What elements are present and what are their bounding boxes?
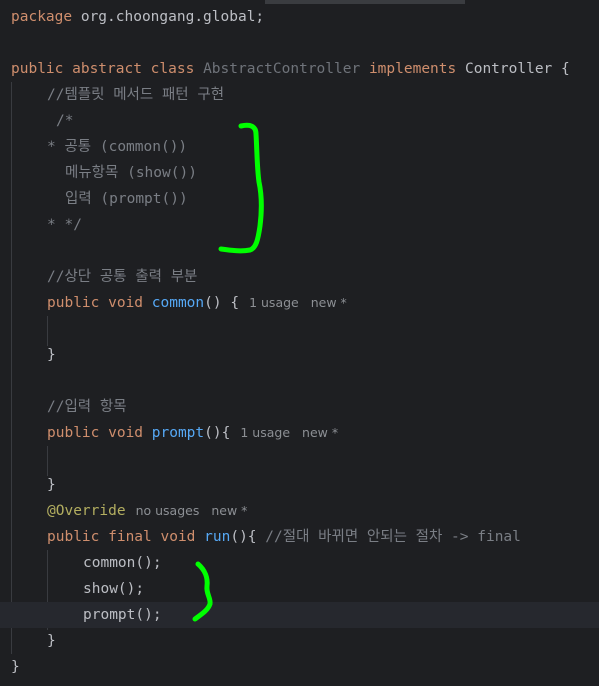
code-line-class-declaration[interactable]: public abstract class AbstractController… (11, 56, 570, 82)
code-line-prompt-method[interactable]: public void prompt(){1 usage new * (47, 420, 338, 446)
usage-hint[interactable]: 1 usage (240, 425, 290, 440)
code-comment-header: //상단 공통 출력 부분 (47, 269, 198, 285)
code-comment-common: * 공통 (common()) (47, 139, 188, 155)
code-comment-input: //입력 항목 (47, 399, 127, 415)
usage-hint[interactable]: no usages (136, 503, 200, 518)
code-line-call-common[interactable]: common(); (83, 550, 162, 576)
code-line-run-method[interactable]: public final void run(){ //절대 바뀌면 안되는 절차… (47, 524, 521, 550)
author-hint[interactable]: new * (302, 425, 338, 440)
code-comment-prompt: 입력 (prompt()) (65, 191, 188, 207)
code-comment-show: 메뉴항목 (show()) (65, 165, 197, 181)
author-hint[interactable]: new * (311, 295, 347, 310)
code-editor[interactable]: package org.choongang.global; public abs… (0, 0, 599, 686)
code-line-call-prompt[interactable]: prompt(); (83, 602, 162, 628)
code-line-brace: } (47, 477, 56, 493)
code-line-package[interactable]: package org.choongang.global; (11, 4, 264, 30)
code-comment-block-open: /* (56, 113, 74, 129)
code-line-override[interactable]: @Override no usages new * (47, 498, 247, 524)
override-annotation: @Override (47, 503, 126, 519)
author-hint[interactable]: new * (211, 503, 247, 518)
green-bracket-comment (218, 122, 264, 254)
method-name-prompt[interactable]: prompt (152, 425, 204, 441)
horizontal-scrollbar[interactable] (265, 0, 465, 4)
code-line-common-method[interactable]: public void common() {1 usage new * (47, 290, 347, 316)
code-line-call-show[interactable]: show(); (83, 576, 144, 602)
code-comment-block-close: * */ (47, 217, 82, 233)
code-comment-template: //템플릿 메서드 패턴 구현 (47, 87, 225, 103)
indent-guide (11, 82, 12, 654)
code-line-close-class: } (11, 659, 20, 675)
code-line-brace: } (47, 347, 56, 363)
usage-hint[interactable]: 1 usage (249, 295, 299, 310)
class-name: AbstractController (203, 61, 361, 77)
code-line-close-method: } (47, 633, 56, 649)
method-name-run[interactable]: run (204, 529, 230, 545)
method-name-common[interactable]: common (152, 295, 204, 311)
